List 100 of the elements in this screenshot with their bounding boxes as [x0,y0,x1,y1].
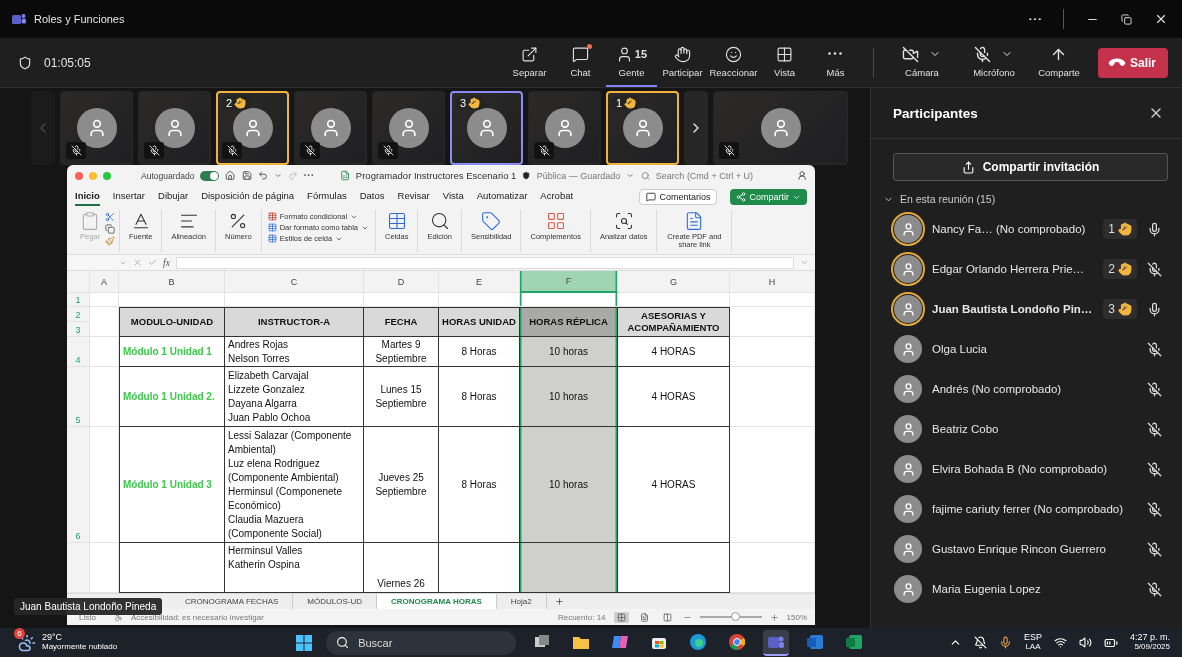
language-indicator[interactable]: ESP [1023,633,1042,644]
sheet-tab[interactable]: CRONOGRAMA HORAS [377,594,497,609]
table-icon [386,211,407,231]
participant-row[interactable]: Olga Lucia [871,329,1182,369]
leave-button[interactable]: Salir [1098,47,1168,78]
participant-name: Nancy Fa… (No comprobado) [932,223,1086,235]
column-heading: HORAS UNIDAD [439,307,520,337]
button-label: Separar [512,66,547,78]
restore-icon[interactable] [1121,13,1132,25]
copy-icon[interactable] [105,224,115,234]
ribbon-tab[interactable]: Insertar [112,188,146,206]
ribbon-tab[interactable]: Vista [442,188,464,206]
search-field[interactable]: Buscar [326,630,517,655]
avatar-icon [310,107,351,148]
invite-button[interactable]: Compartir invitación [893,153,1168,181]
formula-input[interactable] [175,256,794,269]
column-header[interactable]: A [90,271,119,293]
microphone-icon[interactable] [998,636,1012,649]
column-header[interactable]: H [730,271,815,293]
toolbar-button[interactable]: Micrófono [958,38,1030,87]
avatar-icon [760,107,801,148]
view-button[interactable] [613,611,629,623]
autosave-toggle[interactable] [200,170,220,181]
toolbar-button[interactable]: Más [810,38,861,87]
participant-name: Gustavo Enrique Rincon Guerrero [932,543,1106,555]
share-button[interactable]: Compartir [730,189,807,205]
taskbar-button[interactable] [763,629,790,656]
participant-row[interactable]: Andrés (No comprobado) [871,369,1182,409]
wifi-icon[interactable] [1053,636,1067,649]
grid-icon [776,45,793,63]
ribbon-tab[interactable]: Dibujar [158,188,189,206]
volume-icon[interactable] [1078,636,1092,649]
participant-row[interactable]: Beatriz Cobo [871,409,1182,449]
toolbar-button[interactable]: Vista [759,38,810,87]
button-label: Vista [774,66,795,78]
comments-button[interactable]: Comentarios [639,189,718,205]
close-icon[interactable] [1154,12,1168,26]
column-header[interactable]: D [364,271,439,293]
search-icon [640,170,650,181]
undo-icon[interactable] [257,170,268,181]
toolbar-button[interactable]: Chat [555,38,606,87]
zoom-in-icon[interactable] [769,612,779,622]
toolbar-button[interactable]: Cámara [886,38,958,87]
table-icon [267,223,277,232]
ribbon-tab[interactable]: Acrobat [540,188,574,206]
table-cell: Viernes 26 [364,543,439,593]
column-header[interactable]: C [225,271,364,293]
save-icon[interactable] [241,170,252,181]
ribbon-tab[interactable]: Inicio [75,188,100,206]
person-icon[interactable] [796,170,808,181]
brush-icon[interactable] [105,236,115,246]
ribbon-tab[interactable]: Datos [359,188,385,206]
section-toggle[interactable]: En esta reunión (15) [883,193,996,205]
ribbon-tab[interactable]: Disposición de página [201,188,295,206]
participant-row[interactable]: fajime cariuty ferrer (No comprobado) [871,489,1182,529]
participant-row[interactable]: Edgar Orlando Herrera Prie… 2 [871,249,1182,289]
search-icon [336,635,350,649]
speaker-name-label: Juan Bautista Londoño Pineda [14,598,163,615]
column-header[interactable]: F [520,271,618,293]
accessibility-status[interactable]: Accesibilidad: es necesario investigar [130,612,264,622]
participant-row[interactable]: Gustavo Enrique Rincon Guerrero [871,529,1182,569]
grid-icon [545,211,566,231]
more-icon[interactable] [1029,17,1041,21]
spreadsheet-icon [339,170,350,181]
toolbar-button[interactable]: Reaccionar [708,38,759,87]
column-header[interactable]: E [439,271,520,293]
toolbar-button[interactable]: Separar [504,38,555,87]
button-label: Gente [618,66,645,78]
check-icon[interactable] [148,258,157,267]
slider-thumb[interactable] [730,612,740,621]
column-header[interactable]: B [119,271,225,293]
ribbon-tab[interactable]: Revisar [397,188,430,206]
toolbar-button[interactable]: Participar [657,38,708,87]
hand-count: 2 [1108,262,1115,276]
bell-off-icon[interactable] [973,636,987,649]
participant-row[interactable]: Nancy Fa… (No comprobado) 1 [871,209,1182,249]
count-text: Recuento: 14 [557,612,606,622]
table-cell: Andres Rojas Nelson Torres [225,337,364,367]
table-cell: Herminsul Valles Katherin Ospina [225,543,364,593]
scissors-icon[interactable] [105,212,115,222]
avatar-icon [891,252,925,286]
column-heading: INSTRUCTOR-A [225,307,364,337]
search-field[interactable]: Search (Cmd + Ctrl + U) [655,170,773,181]
start-button[interactable] [295,633,314,652]
toolbar-button[interactable]: 15 Gente [606,38,657,87]
toolbar-button[interactable]: Comparte [1030,38,1088,87]
home-icon[interactable] [225,170,236,181]
more-icon[interactable] [304,174,314,177]
participant-row[interactable]: Elvira Bohada B (No comprobado) [871,449,1182,489]
date[interactable]: 5/09/2025 [1134,643,1170,652]
column-header[interactable]: G [618,271,730,293]
clipboard-icon [80,211,100,231]
participant-row[interactable]: Maria Eugenia Lopez [871,569,1182,609]
participant-row[interactable]: Juan Bautista Londoño Pin… 3 [871,289,1182,329]
ribbon-tab[interactable]: Automatizar [476,188,528,206]
clock[interactable]: 4:27 p. m. [1129,633,1170,644]
page-icon [639,612,649,622]
keyboard-indicator[interactable]: LAA [1025,643,1041,652]
ribbon-tab[interactable]: Fórmulas [307,188,347,206]
avatar-icon [76,107,117,148]
